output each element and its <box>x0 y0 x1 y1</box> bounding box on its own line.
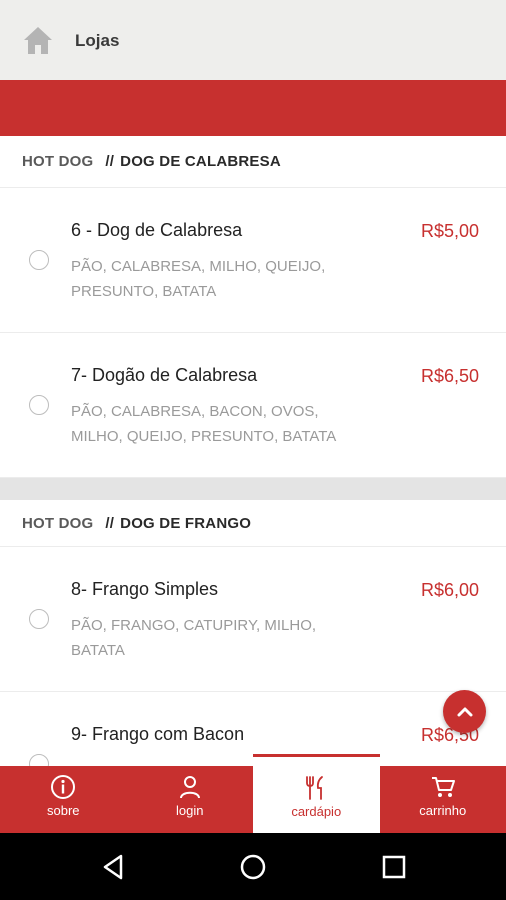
item-description: Pão, calabresa, milho, queijo, presunto,… <box>71 258 326 300</box>
bottom-navigation: sobre login cardápio carrinho <box>0 754 506 833</box>
info-icon <box>51 775 76 799</box>
category-label: HOT DOG <box>22 153 94 170</box>
tab-label: cardápio <box>291 804 342 819</box>
top-app-bar: Lojas <box>0 0 506 80</box>
item-radio[interactable] <box>29 250 49 270</box>
item-price: R$6,50 <box>420 366 479 386</box>
section-divider <box>0 478 506 500</box>
category-label: HOT DOG <box>22 514 94 532</box>
item-name: 7- Dogão de Calabresa <box>71 365 258 385</box>
item-description: Pão, calabresa, bacon, ovos, milho, quei… <box>71 403 337 445</box>
tab-label: sobre <box>46 803 80 818</box>
tab-label: carrinho <box>419 803 467 818</box>
item-name: 6 - Dog de Calabresa <box>71 220 243 240</box>
item-radio[interactable] <box>29 754 49 766</box>
tab-label: login <box>176 803 204 818</box>
item-radio[interactable] <box>29 609 49 629</box>
scroll-top-button[interactable] <box>443 690 486 733</box>
item-price: R$6,00 <box>420 580 479 600</box>
menu-item[interactable]: 8- Frango Simples R$6,00 Pão, frango, ca… <box>0 547 506 692</box>
cutlery-icon <box>306 776 324 800</box>
menu-item[interactable]: 6 - Dog de Calabresa R$5,00 Pão, calabre… <box>0 188 506 333</box>
category-header: HOT DOG // DOG DE CALABRESA <box>0 136 506 188</box>
item-price: R$5,00 <box>420 221 479 241</box>
subcategory-label: DOG DE CALABRESA <box>120 153 281 170</box>
chevron-up-icon <box>457 707 472 716</box>
item-radio[interactable] <box>29 395 49 415</box>
menu-list[interactable]: HOT DOG // DOG DE CALABRESA 6 - Dog de C… <box>0 136 506 766</box>
header-banner <box>0 80 506 136</box>
system-navigation-bar <box>0 833 506 900</box>
tab-sobre[interactable]: sobre <box>0 766 127 833</box>
tab-login[interactable]: login <box>127 766 254 833</box>
category-separator: // <box>105 514 115 532</box>
item-name: 9- Frango com Bacon <box>71 724 245 744</box>
back-icon[interactable] <box>99 853 127 881</box>
cart-icon <box>431 777 455 797</box>
tab-carrinho[interactable]: carrinho <box>380 766 506 833</box>
subcategory-label: DOG DE FRANGO <box>120 514 252 532</box>
menu-item[interactable]: 7- Dogão de Calabresa R$6,50 Pão, calabr… <box>0 333 506 478</box>
item-description: Pão, frango, catupiry, milho, batata <box>71 617 317 659</box>
category-separator: // <box>105 153 115 170</box>
user-icon <box>179 776 200 799</box>
home-icon[interactable] <box>22 24 54 56</box>
home-circle-icon[interactable] <box>239 853 267 881</box>
page-title: Lojas <box>75 31 120 50</box>
item-name: 8- Frango Simples <box>71 579 219 599</box>
recents-icon[interactable] <box>380 853 408 881</box>
category-header: HOT DOG // DOG DE FRANGO <box>0 500 506 547</box>
tab-cardapio[interactable]: cardápio <box>253 754 380 833</box>
